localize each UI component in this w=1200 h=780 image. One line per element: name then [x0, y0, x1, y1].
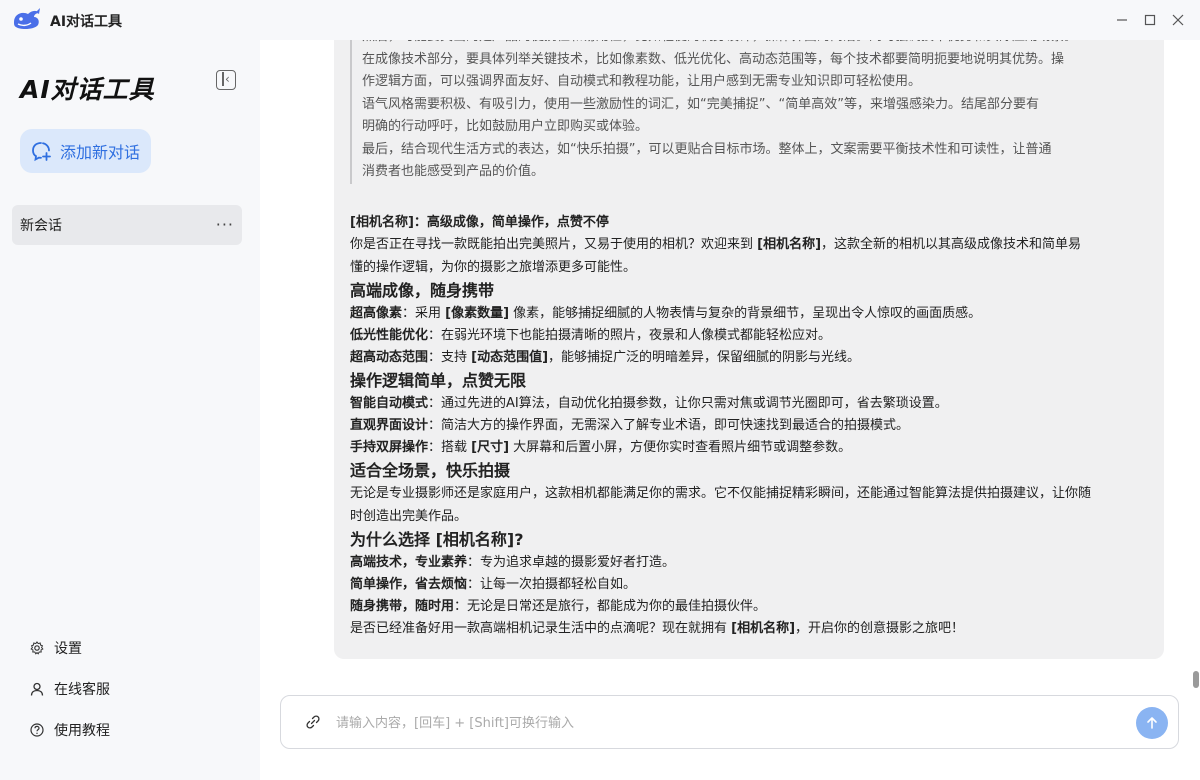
session-label: 新会话: [20, 218, 62, 234]
quote-line: 明确的行动呼吁，比如鼓励用户立即购买或体验。: [362, 119, 649, 134]
quote-line: 最后，结合现代生活方式的表达，如“快乐拍摄”，可以更贴合目标市场。整体上，文案需…: [362, 141, 1052, 157]
minimize-button[interactable]: [1112, 10, 1132, 30]
new-chat-icon: [32, 142, 51, 162]
assistant-message: 然后，可能要突出的是产品的便携性和易用性，比如轻便的机身设计，操作界面的简洁。同…: [334, 40, 1164, 659]
closing-line: 是否已经准备好用一款高端相机记录生活中的点滴呢？现在就拥有 [相机名称]，开启你…: [350, 621, 965, 636]
list-item: 低光性能优化：在弱光环境下也能拍摄清晰的照片，夜景和人像模式都能轻松应对。: [350, 328, 832, 343]
chevron-left-icon: ‹: [225, 72, 230, 86]
window-title: AI对话工具: [50, 14, 123, 30]
title-bar: AI对话工具: [0, 0, 1200, 40]
whale-logo-icon: [14, 8, 40, 30]
list-item: 直观界面设计：简洁大方的操作界面，无需深入了解专业术语，即可快速找到最适合的拍摄…: [350, 418, 910, 433]
arrow-up-icon: [1147, 717, 1157, 729]
list-item: 智能自动模式：通过先进的AI算法，自动优化拍摄参数，让你只需对焦或调节光圈即可，…: [350, 396, 948, 411]
sidebar: AI对话工具 ‹ 添加新对话 新会话 ··· 设置 在线客服 使用教程: [0, 40, 260, 780]
sidebar-item-tutorial[interactable]: 使用教程: [30, 720, 110, 740]
section-paragraph: 无论是专业摄影师还是家庭用户，这款相机都能满足你的需求。它不仅能捕捉精彩瞬间，还…: [350, 486, 1092, 524]
new-chat-button[interactable]: 添加新对话: [20, 129, 151, 173]
gear-icon: [30, 641, 44, 655]
attach-link-icon[interactable]: [305, 714, 321, 730]
collapse-sidebar-button[interactable]: ‹: [216, 70, 236, 90]
message-content: [相机名称]：高级成像，简单操作，点赞不停 你是否正在寻找一款既能拍出完美照片，…: [350, 212, 1154, 640]
more-icon[interactable]: ···: [216, 215, 234, 234]
tutorial-label: 使用教程: [54, 723, 110, 739]
quote-line: 然后，可能要突出的是产品的便携性和易用性，比如轻便的机身设计，操作界面的简洁。同…: [362, 40, 1150, 49]
chat-input-box: [280, 695, 1179, 749]
close-icon: [1172, 14, 1184, 26]
sidebar-item-support[interactable]: 在线客服: [30, 679, 110, 699]
send-button[interactable]: [1136, 707, 1168, 739]
section-heading: 适合全场景，快乐拍摄: [350, 461, 511, 480]
close-button[interactable]: [1168, 10, 1188, 30]
new-chat-label: 添加新对话: [60, 143, 141, 162]
message-input[interactable]: [336, 710, 1116, 736]
support-label: 在线客服: [54, 682, 110, 698]
help-icon: [30, 723, 44, 737]
session-item[interactable]: 新会话 ···: [12, 205, 242, 245]
list-item: 高端技术，专业素养：专为追求卓越的摄影爱好者打造。: [350, 555, 676, 570]
section-heading: 为什么选择 [相机名称]?: [350, 530, 524, 549]
intro-paragraph: 你是否正在寻找一款既能拍出完美照片，又易于使用的相机？欢迎来到 [相机名称]，这…: [350, 237, 1082, 275]
list-item: 手持双屏操作：搭载 [尺寸] 大屏幕和后置小屏，方便你实时查看照片细节或调整参数…: [350, 440, 852, 455]
sidebar-item-settings[interactable]: 设置: [30, 638, 82, 658]
minimize-icon: [1117, 19, 1127, 21]
list-item: 随身携带，随时用：无论是日常还是旅行，都能成为你的最佳拍摄伙伴。: [350, 599, 767, 614]
quote-line: 语气风格需要积极、有吸引力，使用一些激励性的词汇，如“完美捕捉”、“简单高效”等…: [362, 96, 1039, 112]
user-icon: [30, 682, 44, 696]
thinking-quote: 然后，可能要突出的是产品的便携性和易用性，比如轻便的机身设计，操作界面的简洁。同…: [350, 40, 1150, 184]
quote-line: 在成像技术部分，要具体列举关键技术，比如像素数、低光优化、高动态范围等，每个技术…: [362, 51, 1065, 67]
scrollbar-thumb[interactable]: [1193, 671, 1199, 688]
settings-label: 设置: [54, 641, 82, 657]
section-heading: 高端成像，随身携带: [350, 281, 495, 300]
list-item: 简单操作，省去烦恼：让每一次拍摄都轻松自如。: [350, 577, 637, 592]
maximize-icon: [1144, 14, 1156, 26]
list-item: 超高动态范围：支持 [动态范围值]，能够捕捉广泛的明暗差异，保留细腻的阴影与光线…: [350, 350, 861, 365]
message-title: [相机名称]：高级成像，简单操作，点赞不停: [350, 215, 609, 230]
sidebar-title: AI对话工具: [20, 75, 155, 104]
quote-line: 作逻辑方面，可以强调界面友好、自动模式和教程功能，让用户感到无需专业知识即可轻松…: [362, 74, 922, 89]
chat-main: 然后，可能要突出的是产品的便携性和易用性，比如轻便的机身设计，操作界面的简洁。同…: [260, 40, 1200, 780]
list-item: 超高像素：采用 [像素数量] 像素，能够捕捉细腻的人物表情与复杂的背景细节，呈现…: [350, 306, 982, 321]
maximize-button[interactable]: [1140, 10, 1160, 30]
quote-line: 消费者也能感受到产品的价值。: [362, 164, 545, 179]
section-heading: 操作逻辑简单，点赞无限: [350, 371, 527, 390]
